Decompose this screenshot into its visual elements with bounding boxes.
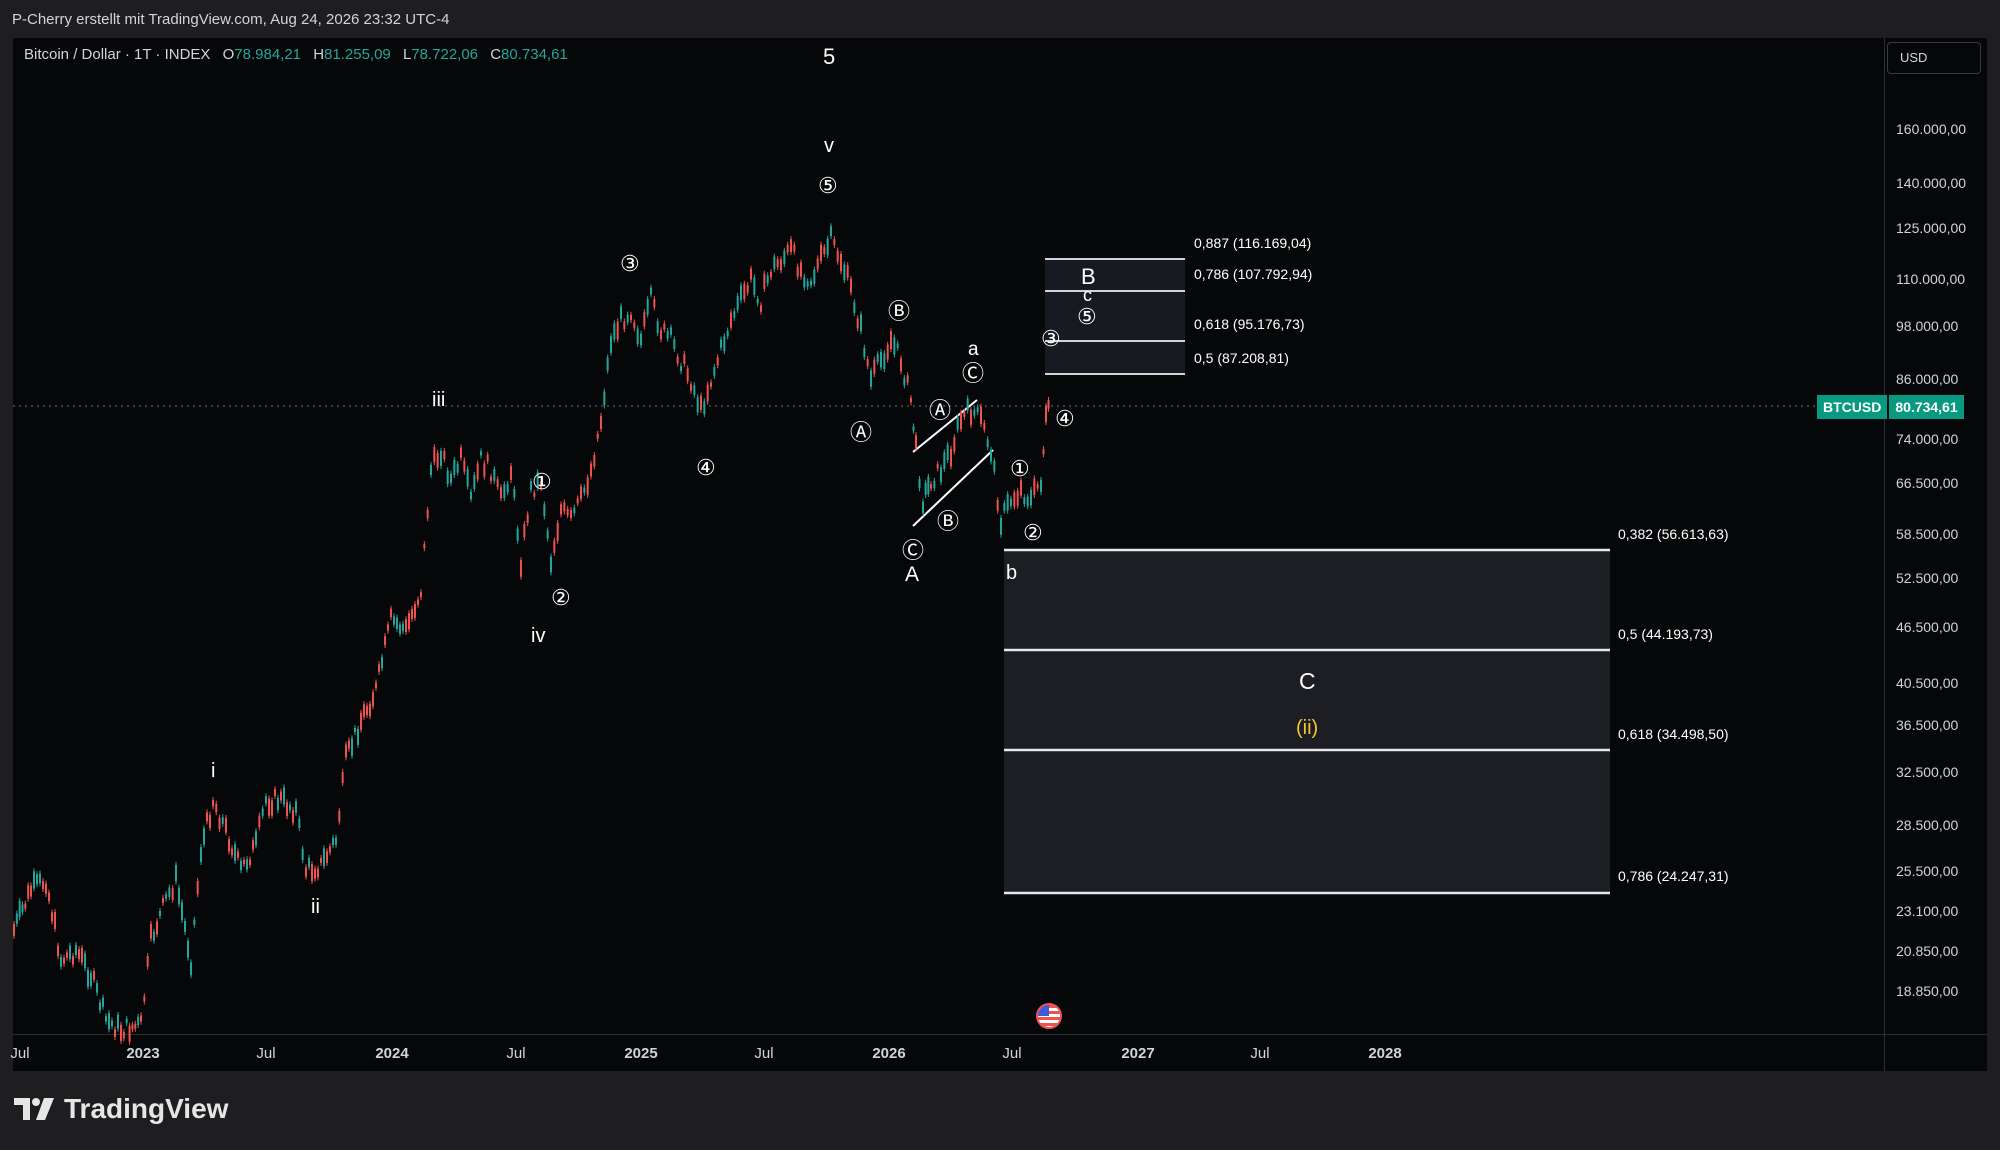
- circled-label-B[interactable]: Ⓑ: [888, 294, 910, 326]
- circled-label-4-small[interactable]: ④: [1055, 406, 1075, 432]
- circled-label-A-small[interactable]: Ⓐ: [929, 393, 951, 425]
- price-axis-label: 140.000,00: [1896, 175, 1967, 191]
- wave-label-iii[interactable]: iii: [432, 389, 445, 412]
- axis-corner: [1884, 1034, 1987, 1071]
- time-axis-label: 2023: [126, 1045, 160, 1062]
- fib-label: 0,618 (95.176,73): [1194, 316, 1305, 332]
- circled-label-A[interactable]: Ⓐ: [850, 415, 872, 447]
- fib-label: 0,5 (87.208,81): [1194, 350, 1289, 366]
- price-axis-label: 40.500,00: [1896, 675, 1959, 691]
- wave-label-v[interactable]: v: [824, 135, 834, 158]
- circled-label-3-small[interactable]: ③: [1041, 326, 1061, 352]
- price-axis-label: 23.100,00: [1896, 903, 1959, 919]
- time-axis[interactable]: [13, 1034, 1884, 1071]
- price-axis-label: 32.500,00: [1896, 764, 1959, 780]
- high-label: H: [313, 46, 325, 63]
- time-axis-label: Jul: [754, 1045, 774, 1062]
- circled-label-4[interactable]: ④: [696, 455, 716, 481]
- fib-label: 0,5 (44.193,73): [1618, 626, 1713, 642]
- wave-label-C[interactable]: C: [1299, 668, 1316, 695]
- low-value: 78.722,06: [411, 46, 479, 63]
- circled-label-1-small[interactable]: ①: [1010, 456, 1030, 482]
- circled-label-2[interactable]: ②: [551, 585, 571, 611]
- currency-selector[interactable]: USD: [1887, 42, 1981, 74]
- time-axis-label: Jul: [256, 1045, 276, 1062]
- price-axis-label: 25.500,00: [1896, 863, 1959, 879]
- price-axis-label: 36.500,00: [1896, 717, 1959, 733]
- time-axis-label: 2028: [1368, 1045, 1402, 1062]
- current-price-value: 80.734,61: [1889, 395, 1964, 419]
- price-axis-label: 46.500,00: [1896, 619, 1959, 635]
- open-value: 78.984,21: [234, 46, 302, 63]
- current-price-symbol: BTCUSD: [1817, 395, 1888, 419]
- price-axis-label: 125.000,00: [1896, 220, 1967, 236]
- fib-label: 0,786 (107.792,94): [1194, 266, 1313, 282]
- circled-label-5-small[interactable]: ⑤: [1077, 304, 1097, 330]
- close-value: 80.734,61: [501, 46, 568, 63]
- price-axis-label: 86.000,00: [1896, 371, 1959, 387]
- price-axis-label: 52.500,00: [1896, 570, 1959, 586]
- price-axis-label: 160.000,00: [1896, 121, 1967, 137]
- chart-canvas[interactable]: [13, 38, 1884, 1034]
- high-value: 81.255,09: [324, 46, 391, 63]
- circled-label-B-small[interactable]: Ⓑ: [937, 504, 959, 536]
- wave-label-A[interactable]: A: [905, 563, 919, 587]
- price-axis-label: 66.500,00: [1896, 475, 1959, 491]
- us-flag-event-icon[interactable]: [1036, 1003, 1062, 1029]
- wave-label-i[interactable]: i: [211, 760, 215, 783]
- time-axis-label: Jul: [1250, 1045, 1270, 1062]
- price-axis-label: 110.000,00: [1896, 271, 1966, 287]
- symbol-legend[interactable]: Bitcoin / Dollar · 1T · INDEX O78.984,21…: [24, 46, 568, 63]
- chart-attribution: P-Cherry erstellt mit TradingView.com, A…: [12, 11, 450, 28]
- price-axis-label: 98.000,00: [1896, 318, 1959, 334]
- circled-label-C-small[interactable]: Ⓒ: [962, 356, 984, 388]
- wave-label-b[interactable]: b: [1006, 562, 1017, 585]
- current-price-tag: BTCUSD 80.734,61: [1817, 395, 1964, 419]
- time-axis-label: 2025: [624, 1045, 658, 1062]
- price-axis-label: 20.850,00: [1896, 943, 1959, 959]
- time-axis-label: 2024: [375, 1045, 409, 1062]
- time-axis-label: Jul: [506, 1045, 526, 1062]
- fib-label: 0,382 (56.613,63): [1618, 526, 1729, 542]
- fib-label: 0,618 (34.498,50): [1618, 726, 1729, 742]
- wave-label-iv[interactable]: iv: [531, 625, 545, 648]
- open-label: O: [222, 46, 235, 63]
- circled-label-3[interactable]: ③: [620, 251, 640, 277]
- time-axis-label: Jul: [10, 1045, 30, 1062]
- price-axis-label: 74.000,00: [1896, 431, 1959, 447]
- time-axis-label: 2026: [872, 1045, 906, 1062]
- fib-label: 0,786 (24.247,31): [1618, 868, 1729, 884]
- wave-label-ii-paren[interactable]: (ii): [1296, 717, 1318, 740]
- price-axis-label: 18.850,00: [1896, 983, 1959, 999]
- price-axis-label: 28.500,00: [1896, 817, 1959, 833]
- price-axis-label: 58.500,00: [1896, 526, 1959, 542]
- circled-label-2-small[interactable]: ②: [1023, 520, 1043, 546]
- fib-label: 0,887 (116.169,04): [1194, 235, 1312, 251]
- wave-label-5[interactable]: 5: [823, 44, 835, 70]
- symbol-name[interactable]: Bitcoin / Dollar · 1T · INDEX: [24, 46, 210, 63]
- close-label: C: [490, 46, 502, 63]
- circled-label-5[interactable]: ⑤: [818, 173, 838, 199]
- circled-label-1[interactable]: ①: [532, 469, 552, 495]
- time-axis-label: Jul: [1002, 1045, 1022, 1062]
- tradingview-logo[interactable]: TradingView: [14, 1093, 228, 1125]
- wave-label-ii[interactable]: ii: [311, 896, 320, 919]
- wave-label-c[interactable]: c: [1083, 285, 1092, 306]
- brand-text: TradingView: [64, 1093, 229, 1124]
- tradingview-logo-icon: [14, 1098, 54, 1120]
- time-axis-label: 2027: [1121, 1045, 1155, 1062]
- circled-label-C[interactable]: Ⓒ: [902, 533, 924, 565]
